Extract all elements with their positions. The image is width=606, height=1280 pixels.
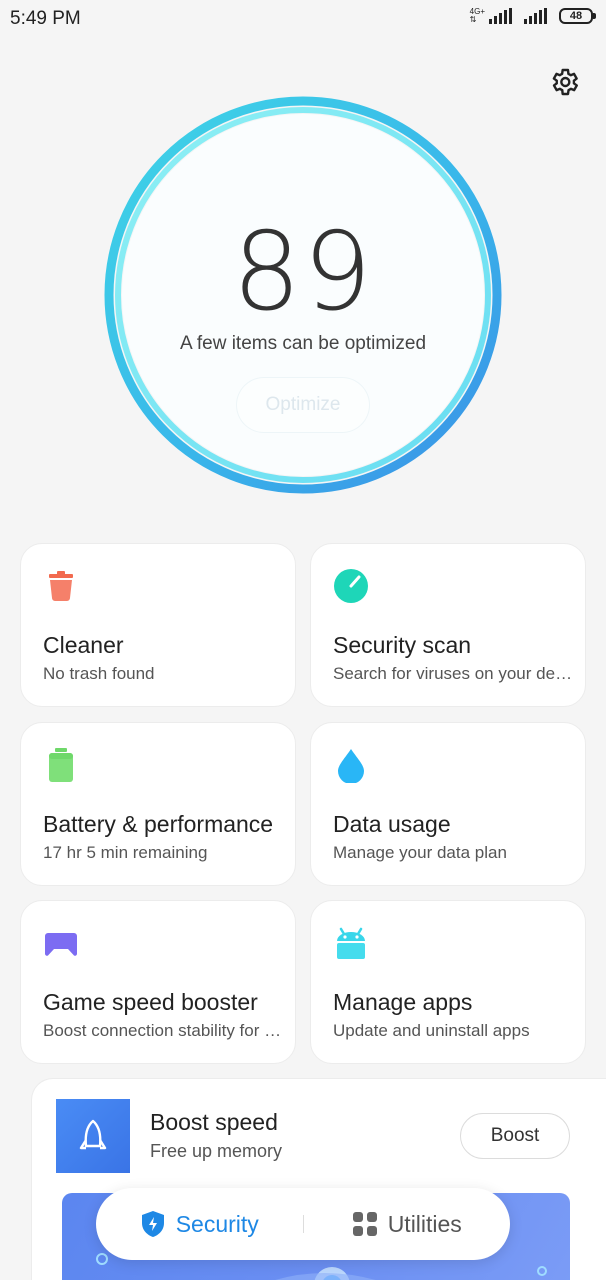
tile-title: Security scan — [333, 632, 472, 658]
tile-title: Manage apps — [333, 989, 473, 1015]
tile-subtitle: Update and uninstall apps — [333, 1021, 530, 1040]
gear-icon — [552, 68, 578, 96]
tile-manage-apps[interactable]: Manage apps Update and uninstall apps — [310, 900, 586, 1064]
bottom-nav: Security Utilities — [96, 1188, 510, 1260]
settings-button[interactable] — [546, 64, 582, 100]
signal-strength-icon-2 — [524, 8, 547, 24]
nav-security[interactable]: Security — [96, 1188, 303, 1260]
status-bar: 5:49 PM 4G+ ⇅ 48 — [0, 0, 606, 40]
nav-security-label: Security — [175, 1210, 259, 1237]
network-type: 4G+ ⇅ — [469, 7, 485, 24]
tile-subtitle: Boost connection stability for games — [43, 1021, 285, 1040]
optimization-score: 89 — [232, 210, 374, 335]
tile-battery[interactable]: Battery & performance 17 hr 5 min remain… — [20, 722, 296, 886]
battery-icon — [49, 748, 73, 782]
score-ring: 89 A few items can be optimized Optimize — [103, 95, 503, 495]
trash-icon — [49, 571, 73, 601]
tile-title: Data usage — [333, 811, 451, 837]
tile-subtitle: 17 hr 5 min remaining — [43, 843, 208, 862]
score-caption: A few items can be optimized — [179, 333, 427, 354]
shield-scan-icon — [334, 569, 368, 603]
boost-button[interactable]: Boost — [460, 1113, 570, 1159]
shield-bolt-icon — [141, 1211, 164, 1237]
boost-subtitle: Free up memory — [150, 1141, 283, 1161]
signal-strength-icon — [489, 8, 512, 24]
battery-icon: 48 — [559, 8, 596, 24]
tile-game-booster[interactable]: Game speed booster Boost connection stab… — [20, 900, 296, 1064]
optimize-button[interactable]: Optimize — [236, 377, 370, 433]
tile-title: Game speed booster — [43, 989, 258, 1015]
android-icon — [337, 927, 365, 959]
battery-level: 48 — [559, 8, 593, 24]
tile-title: Battery & performance — [43, 811, 274, 837]
nav-utilities-label: Utilities — [387, 1210, 462, 1237]
tile-data-usage[interactable]: Data usage Manage your data plan — [310, 722, 586, 886]
boost-title: Boost speed — [150, 1109, 278, 1135]
grid-icon — [352, 1212, 377, 1236]
tile-subtitle: No trash found — [43, 664, 155, 683]
nav-utilities[interactable]: Utilities — [304, 1188, 511, 1260]
status-icons: 4G+ ⇅ 48 — [470, 8, 596, 24]
boost-icon-box — [56, 1099, 130, 1173]
tile-subtitle: Manage your data plan — [333, 843, 507, 862]
droplet-icon — [338, 749, 364, 783]
gamepad-icon — [45, 933, 77, 956]
status-time: 5:49 PM — [10, 8, 81, 29]
tile-security-scan[interactable]: Security scan Search for viruses on your… — [310, 543, 586, 707]
tile-cleaner[interactable]: Cleaner No trash found — [20, 543, 296, 707]
rocket-icon — [79, 1119, 107, 1150]
tile-title: Cleaner — [43, 632, 124, 658]
tile-subtitle: Search for viruses on your device — [333, 664, 575, 683]
